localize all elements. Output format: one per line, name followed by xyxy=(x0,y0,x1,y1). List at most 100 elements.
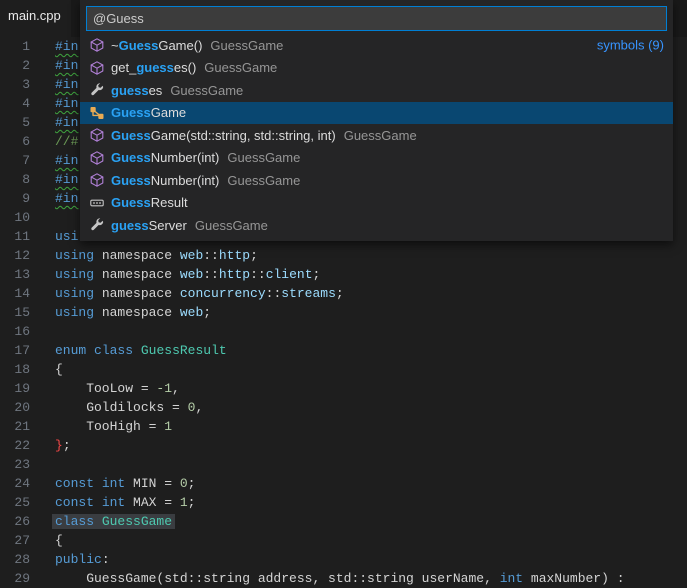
symbol-result-row[interactable]: guessesGuessGame xyxy=(80,79,673,102)
code-line-text: #in xyxy=(55,151,78,170)
code-line-text: class GuessGame xyxy=(55,512,172,531)
tab-main-cpp[interactable]: main.cpp xyxy=(0,0,71,37)
symbols-count-badge: symbols (9) xyxy=(597,38,664,53)
line-number: 5 xyxy=(0,113,30,132)
code-line-text: GuessGame(std::string address, std::stri… xyxy=(55,569,625,588)
symbol-container-name: GuessGame xyxy=(204,60,277,75)
symbol-enum-icon xyxy=(89,195,105,211)
code-line[interactable]: 24 const int MIN = 0; xyxy=(0,474,687,493)
code-line-text: { xyxy=(55,531,63,550)
symbol-result-list: ~GuessGame()GuessGamesymbols (9) get_gue… xyxy=(80,34,673,237)
symbol-name: GuessResult xyxy=(111,195,188,210)
code-line[interactable]: 22}; xyxy=(0,436,687,455)
line-number: 29 xyxy=(0,569,30,588)
code-line-text: { xyxy=(55,360,63,379)
quick-open-widget: ~GuessGame()GuessGamesymbols (9) get_gue… xyxy=(80,0,673,241)
symbol-container-name: GuessGame xyxy=(195,218,268,233)
symbol-name: ~GuessGame() xyxy=(111,38,202,53)
line-number: 20 xyxy=(0,398,30,417)
code-line-text: using namespace web; xyxy=(55,303,211,322)
line-number: 23 xyxy=(0,455,30,474)
line-number: 27 xyxy=(0,531,30,550)
symbol-result-row[interactable]: get_guesses() GuessGame xyxy=(80,57,673,80)
code-line-text: #in xyxy=(55,189,78,208)
code-line-text: #in xyxy=(55,94,78,113)
code-line[interactable]: 18 { xyxy=(0,360,687,379)
code-line-text: public: xyxy=(55,550,110,569)
code-line[interactable]: 19 TooLow = -1, xyxy=(0,379,687,398)
symbol-result-row[interactable]: GuessGame xyxy=(80,102,673,125)
code-line[interactable]: 26 class GuessGame xyxy=(0,512,687,531)
code-line-text: TooHigh = 1 xyxy=(55,417,172,436)
symbol-result-row[interactable]: GuessNumber(int)GuessGame xyxy=(80,169,673,192)
symbol-result-row[interactable]: GuessNumber(int) GuessGame xyxy=(80,147,673,170)
code-line-text: #in xyxy=(55,75,78,94)
line-number: 18 xyxy=(0,360,30,379)
code-line[interactable]: 29 GuessGame(std::string address, std::s… xyxy=(0,569,687,588)
symbol-name: GuessNumber(int) xyxy=(111,150,219,165)
symbol-occurrence-highlight: class GuessGame xyxy=(52,514,175,529)
code-line[interactable]: 13 using namespace web::http::client; xyxy=(0,265,687,284)
symbol-property-icon xyxy=(89,82,105,98)
code-line-text: #in xyxy=(55,37,78,56)
line-number: 15 xyxy=(0,303,30,322)
code-line-text: }; xyxy=(55,436,71,455)
code-line-text: #in xyxy=(55,170,78,189)
code-line[interactable]: 17 enum class GuessResult xyxy=(0,341,687,360)
symbol-name: get_guesses() xyxy=(111,60,196,75)
code-line-text: enum class GuessResult xyxy=(55,341,227,360)
symbol-result-row[interactable]: ~GuessGame()GuessGamesymbols (9) xyxy=(80,34,673,57)
code-line-text: #in xyxy=(55,113,78,132)
code-line-text: using namespace concurrency::streams; xyxy=(55,284,344,303)
code-line-text: Goldilocks = 0, xyxy=(55,398,203,417)
symbol-class-icon xyxy=(89,105,105,121)
symbol-name: GuessGame(std::string, std::string, int) xyxy=(111,128,336,143)
line-number: 3 xyxy=(0,75,30,94)
code-line-text: using namespace web::http; xyxy=(55,246,258,265)
code-line[interactable]: 15 using namespace web; xyxy=(0,303,687,322)
tab-label: main.cpp xyxy=(8,8,61,23)
code-line[interactable]: 14using namespace concurrency::streams; xyxy=(0,284,687,303)
line-number: 10 xyxy=(0,208,30,227)
line-number: 2 xyxy=(0,56,30,75)
symbol-container-name: GuessGame xyxy=(227,150,300,165)
line-number: 1 xyxy=(0,37,30,56)
code-line-text: using namespace web::http::client; xyxy=(55,265,320,284)
code-line[interactable]: 28 public: xyxy=(0,550,687,569)
code-line[interactable]: 20 Goldilocks = 0, xyxy=(0,398,687,417)
line-number: 6 xyxy=(0,132,30,151)
symbol-method-icon xyxy=(89,150,105,166)
code-line-text: const int MAX = 1; xyxy=(55,493,195,512)
symbol-container-name: GuessGame xyxy=(344,128,417,143)
symbol-name: guessServer xyxy=(111,218,187,233)
quick-open-input-wrap xyxy=(80,0,673,34)
line-number: 9 xyxy=(0,189,30,208)
code-line[interactable]: 21 TooHigh = 1 xyxy=(0,417,687,436)
code-line-text: #in xyxy=(55,56,78,75)
code-line[interactable]: 23 xyxy=(0,455,687,474)
line-number: 4 xyxy=(0,94,30,113)
code-line[interactable]: 16 xyxy=(0,322,687,341)
line-number: 8 xyxy=(0,170,30,189)
quick-open-input[interactable] xyxy=(86,6,667,31)
line-number: 26 xyxy=(0,512,30,531)
symbol-result-row[interactable]: GuessGame(std::string, std::string, int)… xyxy=(80,124,673,147)
code-line[interactable]: 25const int MAX = 1; xyxy=(0,493,687,512)
line-number: 28 xyxy=(0,550,30,569)
line-number: 22 xyxy=(0,436,30,455)
symbol-method-icon xyxy=(89,60,105,76)
line-number: 16 xyxy=(0,322,30,341)
symbol-result-row[interactable]: guessServer GuessGame xyxy=(80,214,673,237)
code-line-text: //# xyxy=(55,132,78,151)
code-line-text: const int MIN = 0; xyxy=(55,474,195,493)
code-line[interactable]: 27 { xyxy=(0,531,687,550)
line-number: 17 xyxy=(0,341,30,360)
symbol-result-row[interactable]: GuessResult xyxy=(80,192,673,215)
code-line[interactable]: 12using namespace web::http; xyxy=(0,246,687,265)
symbol-name: GuessGame xyxy=(111,105,186,120)
symbol-method-icon xyxy=(89,172,105,188)
symbol-method-icon xyxy=(89,127,105,143)
line-number: 13 xyxy=(0,265,30,284)
line-number: 24 xyxy=(0,474,30,493)
symbol-name: GuessNumber(int) xyxy=(111,173,219,188)
